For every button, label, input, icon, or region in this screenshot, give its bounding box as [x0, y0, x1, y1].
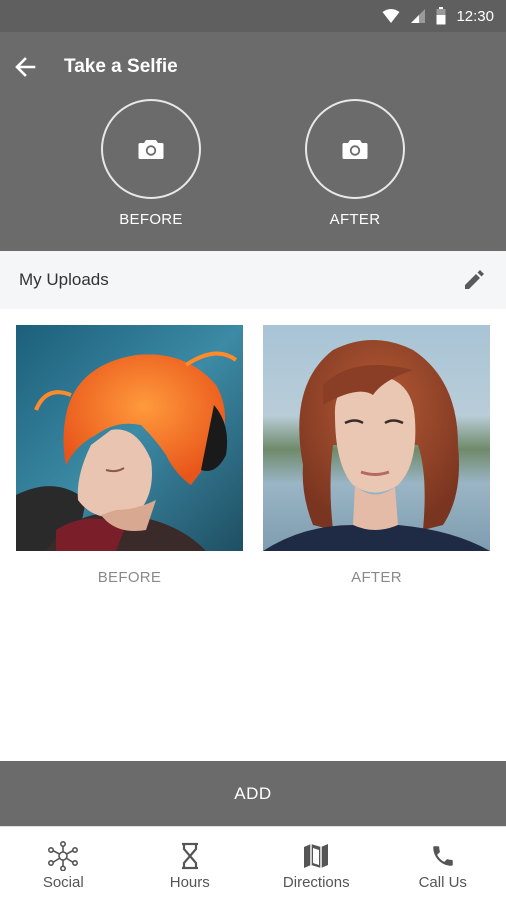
camera-icon [138, 140, 164, 159]
add-button[interactable]: ADD [0, 761, 506, 826]
cell-signal-icon [411, 9, 426, 23]
hourglass-icon [181, 842, 198, 870]
before-camera-button[interactable] [101, 99, 201, 199]
nav-label: Hours [169, 874, 210, 891]
toolbar: Take a Selfie [0, 32, 506, 102]
camera-icon [342, 140, 368, 159]
uploads-bar: My Uploads [0, 251, 506, 309]
after-capture-label: AFTER [329, 211, 381, 228]
before-photo[interactable] [16, 325, 243, 551]
arrow-left-icon [15, 57, 36, 77]
before-photo-caption: BEFORE [97, 569, 162, 586]
nav-label: Social [42, 874, 84, 891]
status-time: 12:30 [456, 7, 494, 25]
nav-item-directions[interactable]: Directions [253, 827, 380, 900]
nav-label: Directions [282, 874, 350, 891]
uploads-title: My Uploads [19, 270, 109, 289]
back-button[interactable] [2, 44, 48, 90]
battery-icon [436, 7, 446, 25]
map-icon [304, 844, 329, 868]
after-photo-caption: AFTER [351, 569, 402, 586]
before-photo-image [16, 325, 243, 551]
nav-item-call-us[interactable]: Call Us [380, 827, 506, 900]
before-capture-label: BEFORE [119, 211, 183, 228]
nav-item-hours[interactable]: Hours [127, 827, 254, 900]
page-title: Take a Selfie [64, 56, 178, 77]
nav-item-social[interactable]: Social [0, 827, 127, 900]
after-capture: AFTER [305, 99, 405, 228]
edit-button[interactable] [460, 266, 488, 294]
after-photo[interactable] [263, 325, 490, 551]
after-photo-image [263, 325, 490, 551]
wifi-icon [382, 9, 400, 23]
bottom-nav: Social Hours Directions Call Us [0, 826, 506, 900]
before-capture: BEFORE [101, 99, 201, 228]
selfie-header: Take a Selfie BEFORE AFTER [0, 32, 506, 251]
phone-icon [433, 846, 453, 866]
after-camera-button[interactable] [305, 99, 405, 199]
status-bar: 12:30 [0, 0, 506, 32]
nav-label: Call Us [418, 874, 467, 891]
network-icon [48, 841, 79, 871]
pencil-icon [465, 270, 484, 289]
